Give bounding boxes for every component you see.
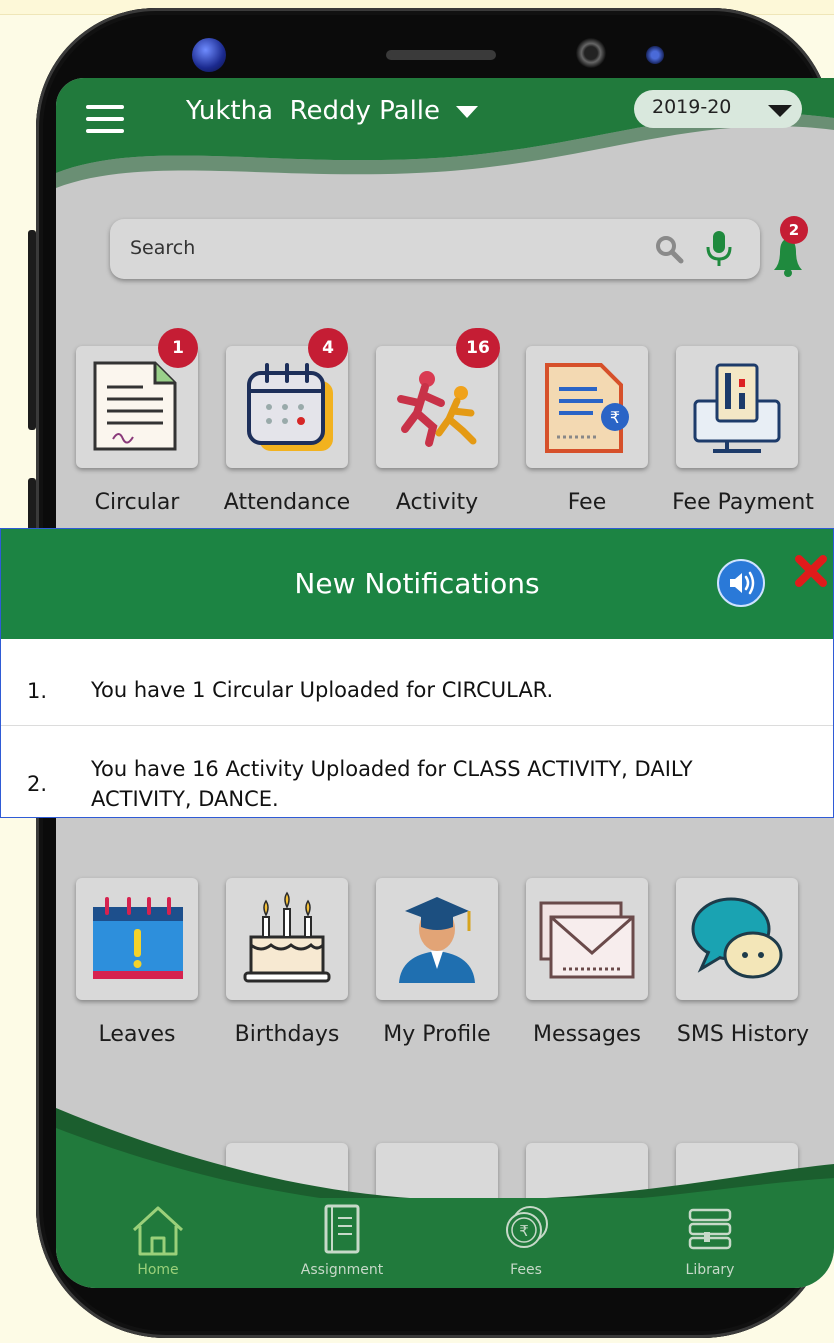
speaker-icon[interactable] (717, 559, 765, 607)
birthdays-tile[interactable] (226, 878, 348, 1000)
activity-tile[interactable]: 16 (376, 328, 500, 468)
notifications-popup: New Notifications 1. You have 1 Circular… (0, 528, 834, 818)
academic-year-select[interactable]: 2019-20 (634, 90, 802, 128)
popup-header: New Notifications (1, 529, 833, 639)
speaker-glyph (730, 571, 755, 595)
notification-number: 2. (27, 772, 48, 796)
front-camera-icon (192, 38, 226, 72)
microphone-icon[interactable] (704, 229, 734, 269)
messages-tile[interactable] (526, 878, 648, 1000)
circular-tile[interactable]: 1 (76, 328, 198, 468)
graduate-profile-icon (399, 897, 475, 983)
running-people-icon (397, 371, 477, 447)
rupee-coins-icon: ₹ (506, 1206, 548, 1248)
leaves-label: Leaves (98, 1022, 176, 1047)
fee-payment-label: Fee Payment (672, 490, 814, 515)
circular-document-icon (93, 361, 177, 451)
leaves-tile[interactable] (76, 878, 198, 1000)
sms-history-label: SMS History (676, 1022, 810, 1047)
nav-assignment-label: Assignment (300, 1262, 384, 1278)
close-icon[interactable] (791, 551, 831, 591)
notification-item[interactable]: 1. You have 1 Circular Uploaded for CIRC… (1, 639, 833, 726)
activity-label: Activity (395, 490, 479, 515)
notification-text: You have 16 Activity Uploaded for CLASS … (91, 757, 693, 811)
sensor-icon (576, 38, 606, 68)
leave-calendar-icon (93, 897, 183, 979)
nav-library[interactable]: Library (650, 1200, 770, 1286)
popup-title: New Notifications (294, 567, 540, 600)
dropdown-caret-icon (768, 105, 792, 117)
hamburger-menu-icon[interactable] (86, 105, 124, 135)
attendance-tile[interactable]: 4 (226, 328, 348, 468)
notification-text: You have 1 Circular Uploaded for CIRCULA… (91, 678, 554, 702)
birthdays-label: Birthdays (234, 1022, 340, 1047)
bell-count-badge: 2 (780, 216, 808, 244)
student-name: Yuktha Reddy Palle (186, 96, 441, 126)
fee-payment-tile[interactable] (676, 346, 798, 468)
close-glyph (795, 555, 827, 587)
circular-label: Circular (94, 490, 180, 515)
svg-text:₹: ₹ (519, 1222, 529, 1240)
sms-history-tile[interactable] (676, 878, 798, 1000)
home-icon (132, 1206, 184, 1256)
messages-label: Messages (533, 1022, 641, 1047)
nav-library-label: Library (685, 1262, 735, 1278)
search-placeholder: Search (130, 237, 196, 259)
student-selector[interactable]: Yuktha Reddy Palle (186, 96, 479, 126)
academic-year-value: 2019-20 (652, 96, 732, 118)
chat-bubbles-icon (691, 897, 783, 979)
chevron-down-icon (456, 105, 479, 118)
speaker-grille (386, 50, 496, 60)
app-header: Yuktha Reddy Palle 2019-20 (56, 78, 834, 198)
activity-count-badge: 16 (456, 328, 500, 368)
fee-tile[interactable]: ₹ (526, 346, 648, 468)
birthday-cake-icon (243, 891, 331, 983)
circular-count-badge: 1 (158, 328, 198, 368)
fee-label: Fee (567, 490, 607, 515)
nav-fees-label: Fees (510, 1262, 542, 1278)
bottom-navigation: Home Assignment ₹ Fees Library (56, 1198, 834, 1288)
assignment-book-icon (324, 1204, 360, 1254)
attendance-label: Attendance (223, 490, 351, 515)
fee-invoice-icon: ₹ (545, 363, 629, 453)
my-profile-label: My Profile (383, 1022, 491, 1047)
notification-item[interactable]: 2. You have 16 Activity Uploaded for CLA… (1, 726, 833, 816)
proximity-sensor-icon (646, 46, 664, 64)
payment-terminal-icon (693, 363, 781, 453)
attendance-count-badge: 4 (308, 328, 348, 368)
calendar-icon (247, 363, 333, 451)
nav-home-label: Home (137, 1262, 179, 1278)
nav-home[interactable]: Home (98, 1200, 218, 1286)
svg-text:₹: ₹ (610, 408, 620, 427)
envelope-icon (539, 901, 635, 979)
search-bar[interactable]: Search (110, 219, 760, 279)
notification-number: 1. (27, 679, 48, 703)
library-books-icon (688, 1208, 732, 1250)
volume-button (28, 230, 36, 430)
nav-assignment[interactable]: Assignment (282, 1200, 402, 1286)
notification-bell[interactable]: 2 (770, 216, 808, 280)
search-icon[interactable] (654, 234, 684, 264)
nav-fees[interactable]: ₹ Fees (466, 1200, 586, 1286)
my-profile-tile[interactable] (376, 878, 498, 1000)
